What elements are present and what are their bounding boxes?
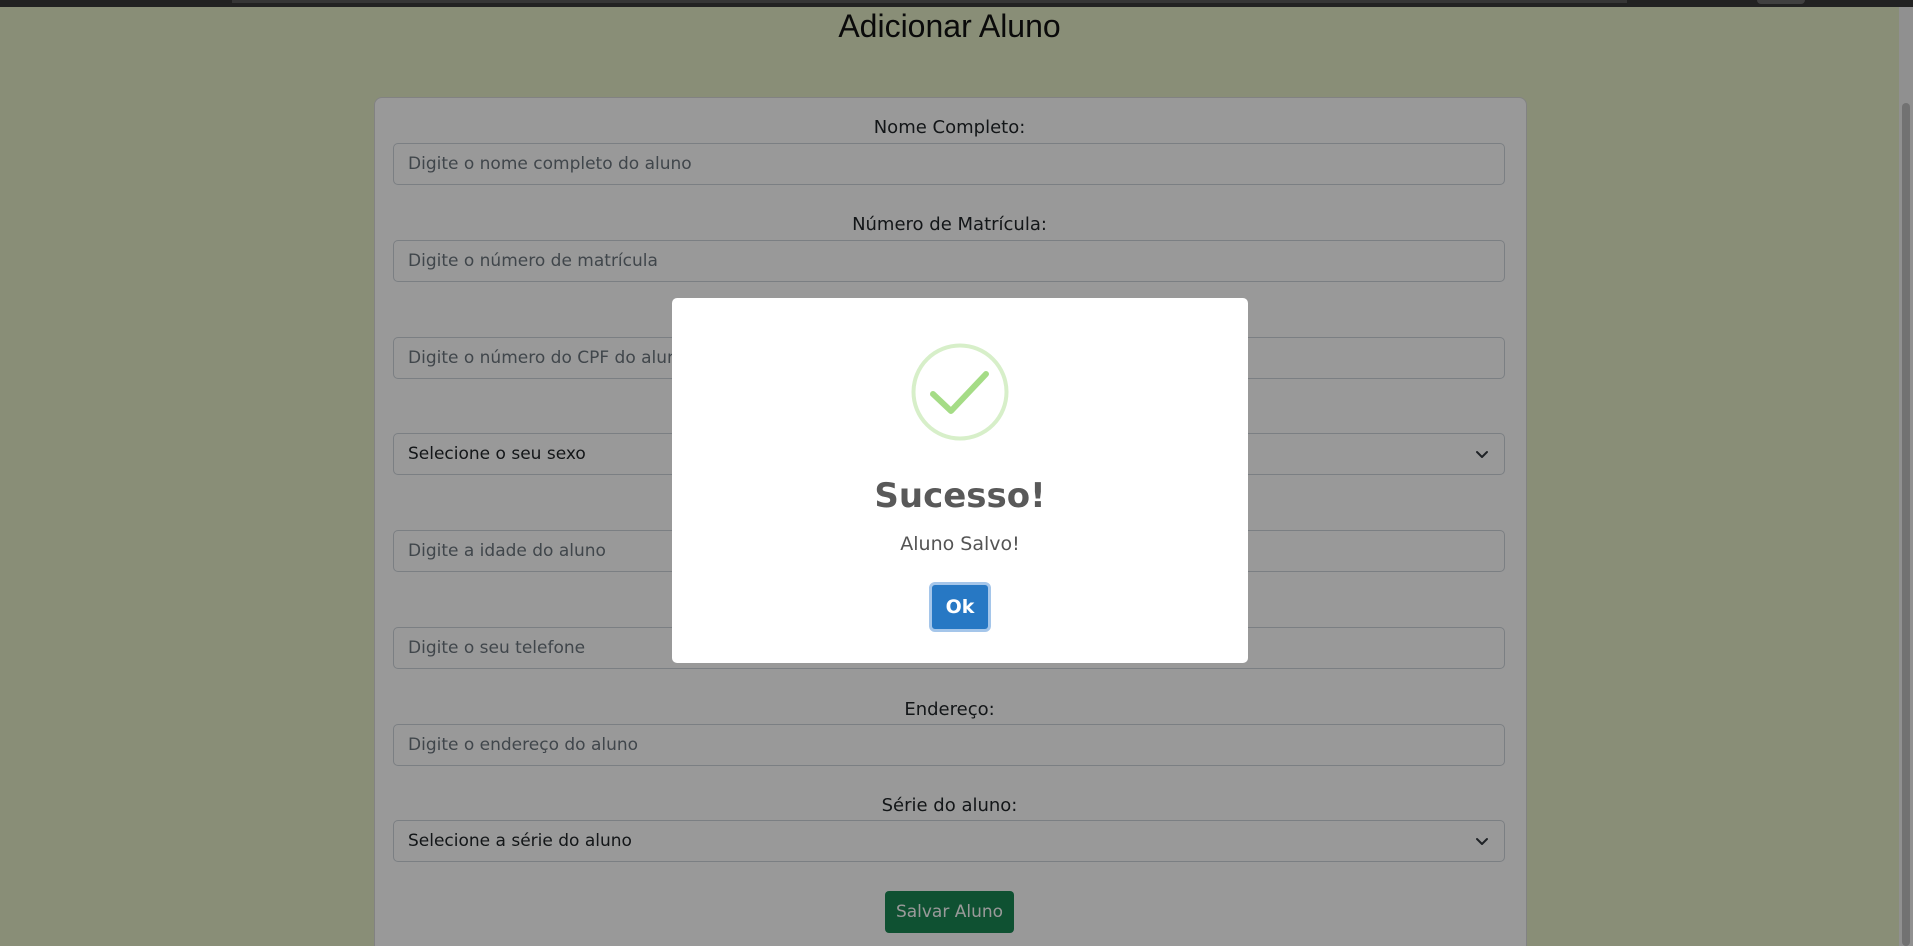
- success-check-icon: [911, 343, 1009, 441]
- success-dialog: Sucesso! Aluno Salvo! Ok: [672, 298, 1248, 663]
- dialog-title: Sucesso!: [874, 476, 1046, 516]
- dialog-message: Aluno Salvo!: [900, 533, 1020, 555]
- ok-button[interactable]: Ok: [929, 582, 991, 632]
